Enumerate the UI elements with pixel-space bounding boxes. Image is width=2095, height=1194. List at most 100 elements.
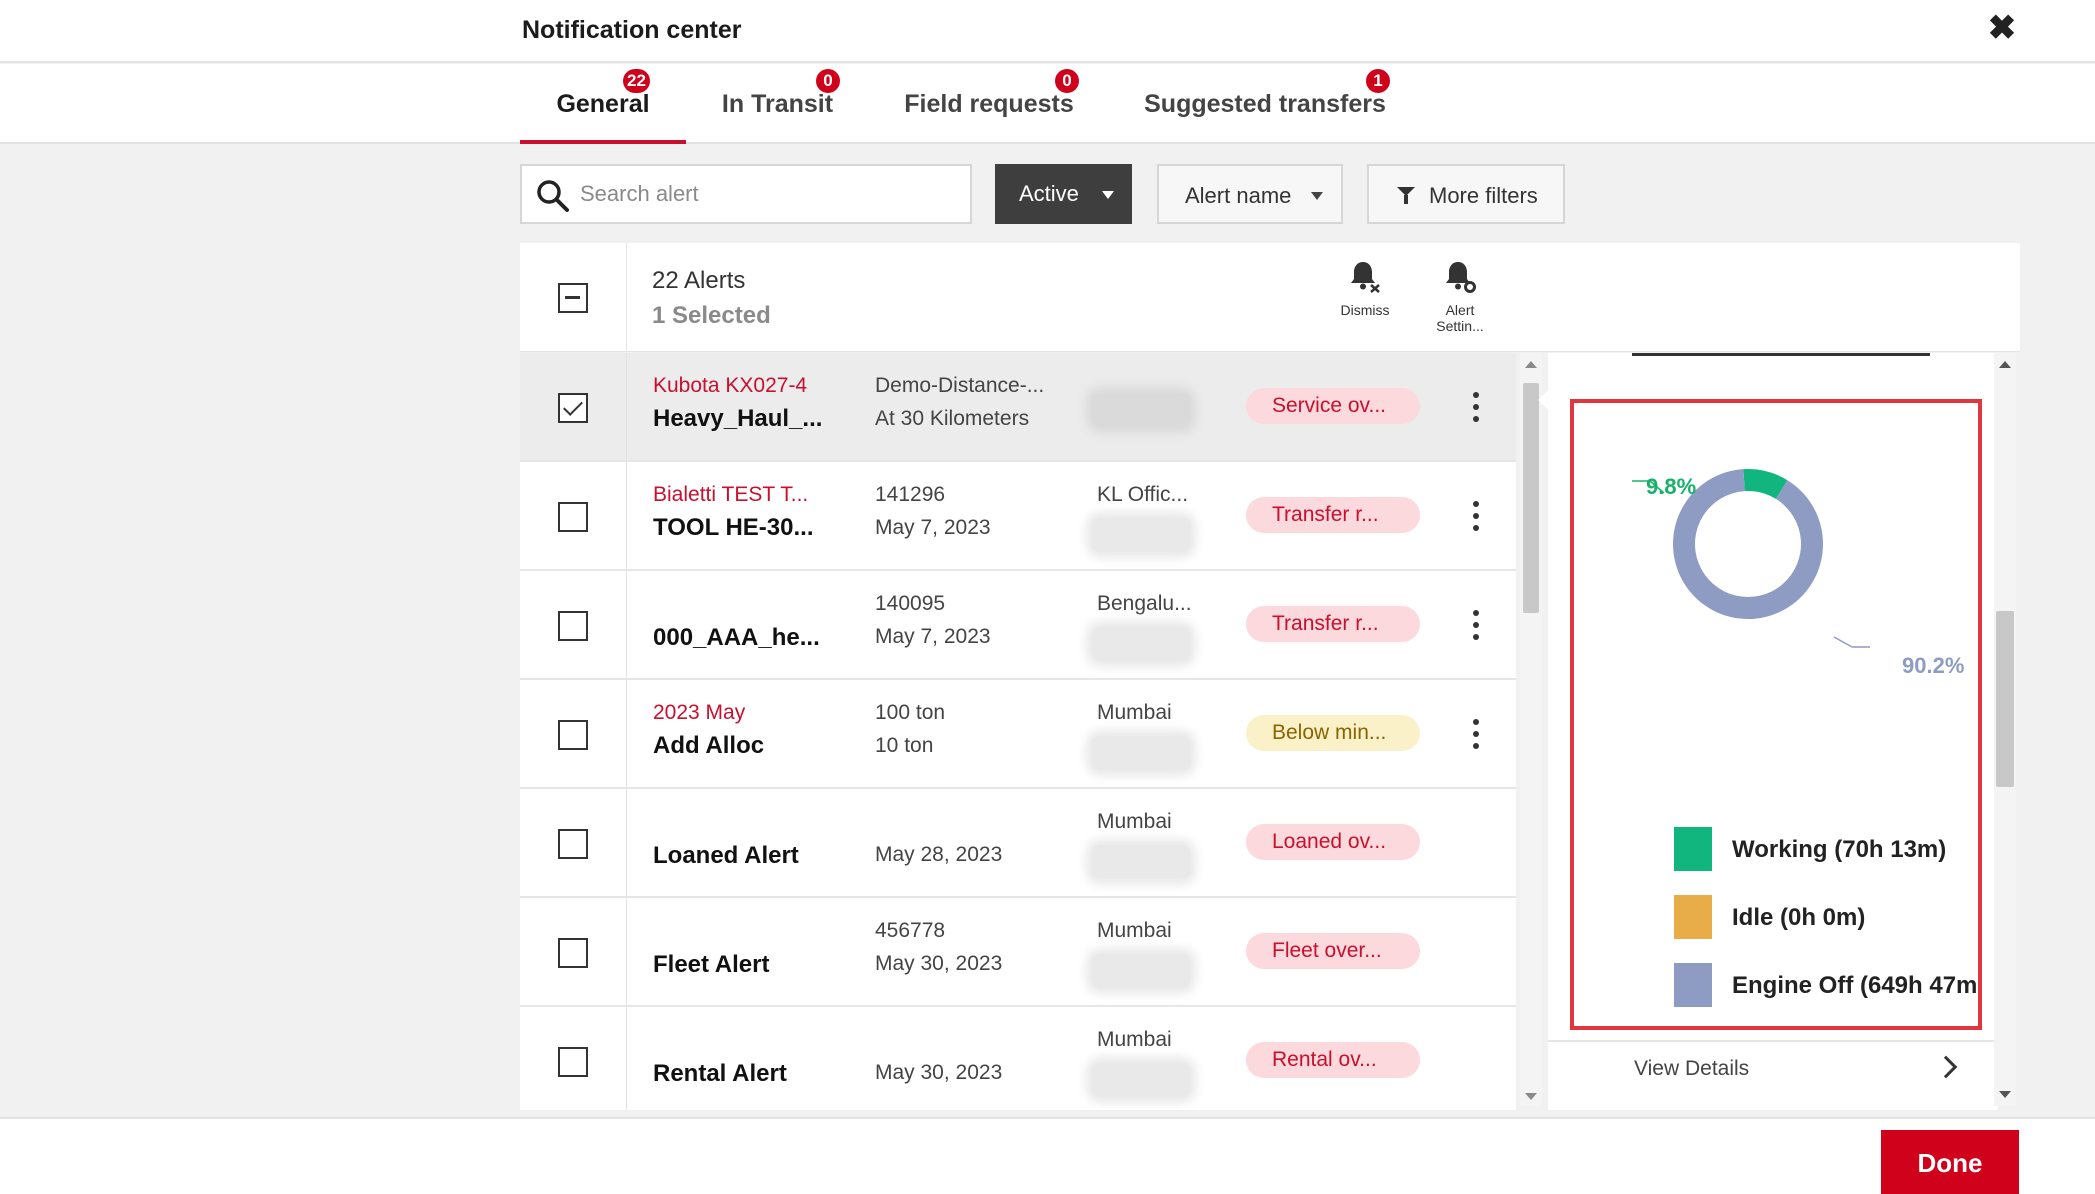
leader-line [1833,636,1853,648]
redacted-value [1092,736,1190,770]
legend-item-engine-off: Engine Off (649h 47m [1674,963,1982,1007]
alert-settings-button[interactable]: Alert Settin... [1415,259,1505,334]
row-col3a: Demo-Distance-... [875,374,1045,397]
tab-field-requests-badge: 0 [1055,69,1079,93]
row-checkbox[interactable] [558,938,588,968]
table-row[interactable]: 2023 May Add Alloc 100 ton 10 ton Mumbai… [520,680,1516,789]
row-col3a: 100 ton [875,701,946,724]
caret-down-icon [1102,191,1114,199]
legend-label: Engine Off (649h 47m [1732,972,1978,999]
divider [1632,353,1930,356]
kebab-menu-icon[interactable] [1468,718,1484,750]
chevron-right-icon[interactable] [1934,1055,1958,1079]
tab-general[interactable]: General 22 [520,64,686,144]
status-dropdown[interactable]: Active [995,164,1132,224]
footer-bar: Done [0,1117,2095,1194]
table-row[interactable]: Loaned Alert May 28, 2023 Mumbai Loaned … [520,789,1516,898]
row-checkbox[interactable] [558,1047,588,1077]
tab-suggested-transfers-label: Suggested transfers [1144,90,1386,118]
table-row[interactable]: Kubota KX027-4 Heavy_Haul_... Demo-Dista… [520,353,1516,462]
search-box [520,164,972,224]
row-col3a: 141296 [875,483,946,506]
scrollbar-thumb[interactable] [1996,611,2014,787]
dismiss-button[interactable]: Dismiss [1320,259,1410,318]
row-col3b: May 28, 2023 [875,843,1003,866]
tab-suggested-transfers[interactable]: Suggested transfers 1 [1140,64,1390,144]
row-checkbox[interactable] [558,829,588,859]
more-filters-button[interactable]: More filters [1367,164,1565,224]
filter-icon [1397,187,1415,204]
row-title: 000_AAA_he... [653,624,820,651]
done-button[interactable]: Done [1881,1130,2019,1194]
row-location: Mumbai [1097,919,1172,942]
row-checkbox[interactable] [558,611,588,641]
redacted-value [1092,845,1190,879]
tab-bar: General 22 In Transit 0 Field requests 0… [0,64,2095,144]
row-col3b: May 30, 2023 [875,1061,1003,1084]
alert-name-dropdown-label: Alert name [1185,183,1292,208]
divider [626,898,627,1007]
tab-general-label: General [556,90,650,118]
legend-item-idle: Idle (0h 0m) [1674,895,1994,939]
row-checkbox[interactable] [558,502,588,532]
row-col3b: May 30, 2023 [875,952,1003,975]
divider [1548,1040,1998,1042]
row-location: Mumbai [1097,1028,1172,1051]
kebab-menu-icon[interactable] [1468,609,1484,641]
legend-swatch [1674,963,1712,1007]
row-location: Mumbai [1097,810,1172,833]
close-icon[interactable]: ✖ [1984,10,2020,46]
row-title: Rental Alert [653,1060,787,1087]
panel-scrollbar[interactable] [1994,353,2016,1106]
tab-in-transit-label: In Transit [721,90,834,118]
status-badge: Transfer r... [1246,606,1420,642]
legend-label: Working (70h 13m) [1732,836,1947,863]
divider [626,1007,627,1110]
tab-in-transit[interactable]: In Transit 0 [700,64,855,144]
alert-settings-label-2: Settin... [1436,318,1484,334]
table-row[interactable]: Bialetti TEST T... TOOL HE-30... 141296 … [520,462,1516,571]
row-col3b: At 30 Kilometers [875,407,1030,430]
scroll-up-icon[interactable] [1525,361,1537,368]
status-badge: Transfer r... [1246,497,1420,533]
working-percent-label: 9.8% [1646,474,1697,499]
row-checkbox[interactable] [558,720,588,750]
kebab-menu-icon[interactable] [1468,391,1484,423]
status-badge: Below min... [1246,715,1420,751]
scroll-down-icon[interactable] [1999,1091,2011,1098]
tab-general-badge: 22 [623,69,650,93]
divider [626,462,627,571]
redacted-value [1092,954,1190,988]
table-row[interactable]: Fleet Alert 456778 May 30, 2023 Mumbai F… [520,898,1516,1007]
view-details-link[interactable]: View Details [1634,1057,1749,1081]
kebab-menu-icon[interactable] [1468,500,1484,532]
table-row[interactable]: 000_AAA_he... 140095 May 7, 2023 Bengalu… [520,571,1516,680]
selected-count: 1 Selected [652,302,771,329]
redacted-value [1092,518,1190,552]
bell-dismiss-icon [1351,262,1380,293]
redacted-value [1092,393,1190,427]
scrollbar-thumb[interactable] [1523,383,1539,613]
divider [626,353,627,462]
legend-swatch [1674,895,1712,939]
row-location: Mumbai [1097,701,1172,724]
tab-suggested-transfers-badge: 1 [1366,69,1390,93]
table-row[interactable]: Rental Alert May 30, 2023 Mumbai Rental … [520,1007,1516,1110]
redacted-value [1092,1063,1190,1097]
search-icon [537,180,569,212]
row-col3b: May 7, 2023 [875,516,991,539]
caret-down-icon [1311,192,1323,200]
row-checkbox[interactable] [558,393,588,423]
search-input[interactable] [580,176,960,212]
scroll-down-icon[interactable] [1525,1093,1537,1100]
alert-name-dropdown[interactable]: Alert name [1157,164,1343,224]
list-scrollbar[interactable] [1520,353,1542,1106]
scroll-up-icon[interactable] [1999,361,2011,368]
dismiss-label: Dismiss [1340,302,1390,318]
select-all-checkbox[interactable] [558,283,588,313]
row-title: Fleet Alert [653,951,770,978]
status-badge: Rental ov... [1246,1042,1420,1078]
status-badge: Service ov... [1246,388,1420,424]
legend-swatch [1674,827,1712,871]
tab-field-requests[interactable]: Field requests 0 [893,64,1085,144]
